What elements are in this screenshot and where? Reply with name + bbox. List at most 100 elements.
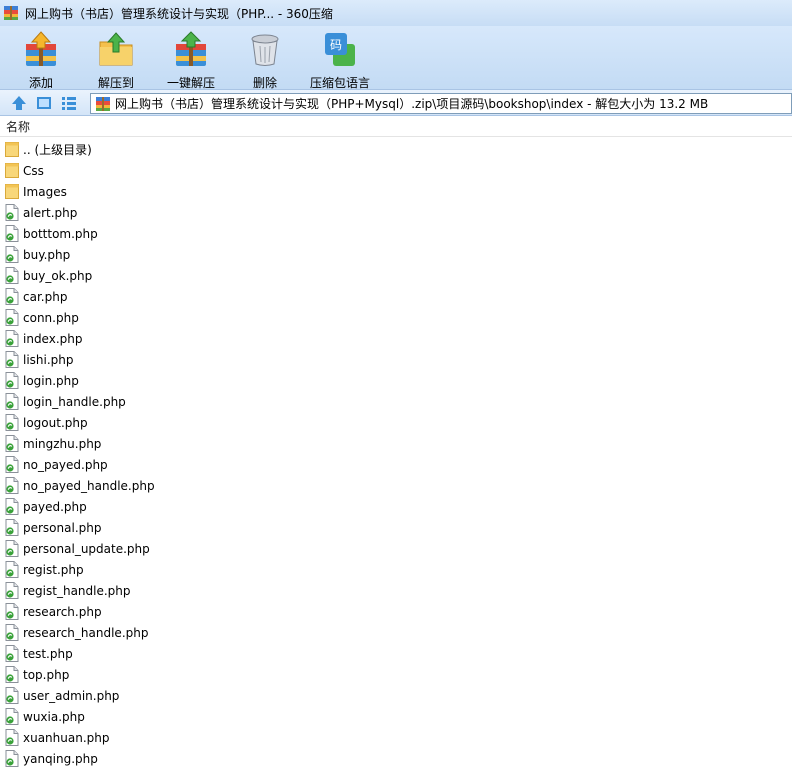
file-row[interactable]: user_admin.php	[0, 685, 792, 706]
php-file-icon	[5, 750, 19, 767]
path-field[interactable]: 网上购书（书店）管理系统设计与实现（PHP+Mysql）.zip\项目源码\bo…	[90, 93, 792, 114]
php-file-icon	[5, 729, 19, 746]
file-name: conn.php	[23, 310, 79, 325]
file-name: personal_update.php	[23, 541, 150, 556]
php-file-icon	[5, 582, 19, 599]
path-text: 网上购书（书店）管理系统设计与实现（PHP+Mysql）.zip\项目源码\bo…	[115, 97, 709, 111]
file-name: test.php	[23, 646, 73, 661]
add-button[interactable]: 添加	[6, 28, 76, 90]
php-file-icon	[5, 540, 19, 557]
file-name: personal.php	[23, 520, 102, 535]
file-name: user_admin.php	[23, 688, 120, 703]
php-file-icon	[5, 708, 19, 725]
folder-icon	[5, 142, 19, 157]
folder-icon	[5, 163, 19, 178]
folder-row[interactable]: .. (上级目录)	[0, 139, 792, 160]
file-row[interactable]: payed.php	[0, 496, 792, 517]
extract-to-label: 解压到	[97, 76, 134, 90]
one-click-extract-label: 一键解压	[166, 76, 215, 90]
file-row[interactable]: alert.php	[0, 202, 792, 223]
php-file-icon	[5, 477, 19, 494]
file-row[interactable]: research_handle.php	[0, 622, 792, 643]
php-file-icon	[5, 225, 19, 242]
file-row[interactable]: index.php	[0, 328, 792, 349]
file-name: wuxia.php	[23, 709, 85, 724]
file-name: car.php	[23, 289, 68, 304]
php-file-icon	[5, 561, 19, 578]
archive-app-icon	[4, 6, 18, 20]
one-click-extract-button[interactable]: 一键解压	[156, 28, 226, 90]
file-name: xuanhuan.php	[23, 730, 110, 745]
php-file-icon	[5, 309, 19, 326]
title-bar: 网上购书（书店）管理系统设计与实现（PHP... - 360压缩	[0, 0, 792, 26]
php-file-icon	[5, 393, 19, 410]
php-file-icon	[5, 351, 19, 368]
php-file-icon	[5, 372, 19, 389]
file-row[interactable]: buy.php	[0, 244, 792, 265]
file-row[interactable]: wuxia.php	[0, 706, 792, 727]
file-name: buy.php	[23, 247, 71, 262]
file-name: regist.php	[23, 562, 84, 577]
file-row[interactable]: login.php	[0, 370, 792, 391]
file-row[interactable]: test.php	[0, 643, 792, 664]
file-row[interactable]: botttom.php	[0, 223, 792, 244]
file-name: index.php	[23, 331, 83, 346]
file-name: regist_handle.php	[23, 583, 131, 598]
file-name: research_handle.php	[23, 625, 149, 640]
file-row[interactable]: lishi.php	[0, 349, 792, 370]
file-row[interactable]: no_payed.php	[0, 454, 792, 475]
one-click-extract-icon	[176, 31, 206, 66]
file-name: alert.php	[23, 205, 78, 220]
file-name: .. (上级目录)	[23, 143, 92, 157]
folder-row[interactable]: Images	[0, 181, 792, 202]
add-icon	[26, 31, 56, 66]
file-row[interactable]: yanqing.php	[0, 748, 792, 769]
file-name: botttom.php	[23, 226, 98, 241]
encoding-icon: 码	[325, 33, 355, 66]
file-row[interactable]: buy_ok.php	[0, 265, 792, 286]
extract-to-button[interactable]: 解压到	[81, 28, 151, 90]
large-icon-view-icon[interactable]	[35, 94, 53, 112]
archive-encoding-button[interactable]: 码 压缩包语言	[305, 28, 375, 90]
file-row[interactable]: logout.php	[0, 412, 792, 433]
file-name: Images	[23, 184, 67, 199]
file-row[interactable]: conn.php	[0, 307, 792, 328]
file-name: logout.php	[23, 415, 88, 430]
delete-button[interactable]: 删除	[230, 28, 300, 90]
trash-icon	[251, 34, 279, 66]
up-arrow-icon[interactable]	[10, 94, 28, 112]
php-file-icon	[5, 666, 19, 683]
php-file-icon	[5, 267, 19, 284]
file-name: no_payed.php	[23, 457, 108, 472]
file-name: yanqing.php	[23, 751, 98, 766]
file-row[interactable]: login_handle.php	[0, 391, 792, 412]
file-row[interactable]: regist_handle.php	[0, 580, 792, 601]
php-file-icon	[5, 519, 19, 536]
file-row[interactable]: car.php	[0, 286, 792, 307]
php-file-icon	[5, 246, 19, 263]
file-row[interactable]: top.php	[0, 664, 792, 685]
folder-icon	[5, 184, 19, 199]
file-name: no_payed_handle.php	[23, 478, 155, 493]
file-row[interactable]: mingzhu.php	[0, 433, 792, 454]
extract-folder-icon	[99, 32, 133, 66]
php-file-icon	[5, 288, 19, 305]
file-row[interactable]: no_payed_handle.php	[0, 475, 792, 496]
php-file-icon	[5, 330, 19, 347]
php-file-icon	[5, 414, 19, 431]
file-name: buy_ok.php	[23, 268, 93, 283]
file-row[interactable]: personal.php	[0, 517, 792, 538]
file-name: payed.php	[23, 499, 87, 514]
file-name: top.php	[23, 667, 70, 682]
file-row[interactable]: research.php	[0, 601, 792, 622]
file-name: lishi.php	[23, 352, 74, 367]
list-view-icon[interactable]	[60, 94, 78, 112]
php-file-icon	[5, 456, 19, 473]
column-header-name[interactable]: 名称	[0, 117, 792, 137]
address-bar: 网上购书（书店）管理系统设计与实现（PHP+Mysql）.zip\项目源码\bo…	[0, 90, 792, 116]
file-row[interactable]: personal_update.php	[0, 538, 792, 559]
file-row[interactable]: xuanhuan.php	[0, 727, 792, 748]
file-row[interactable]: regist.php	[0, 559, 792, 580]
file-name: research.php	[23, 604, 102, 619]
folder-row[interactable]: Css	[0, 160, 792, 181]
